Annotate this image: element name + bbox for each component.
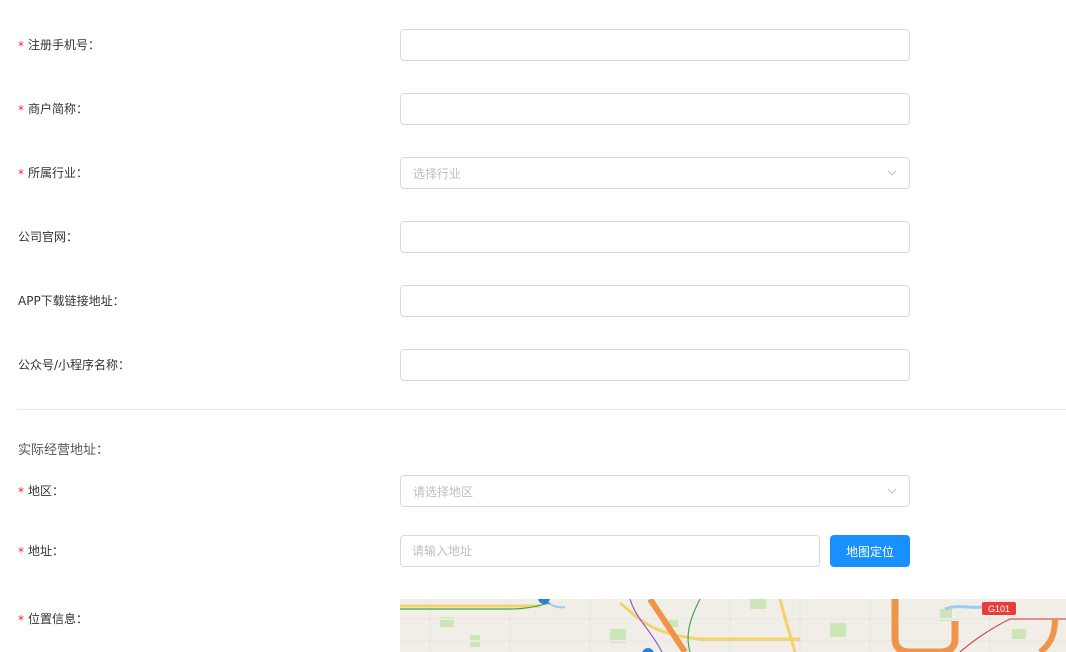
phone-input-wrapper bbox=[400, 29, 910, 61]
address-input[interactable] bbox=[401, 536, 819, 566]
chevron-down-icon bbox=[887, 170, 897, 176]
industry-select-placeholder: 选择行业 bbox=[413, 167, 462, 181]
required-mark: * bbox=[18, 39, 24, 53]
mini-program-input-wrapper bbox=[400, 349, 910, 381]
merchant-name-row: * 商户简称： bbox=[0, 93, 1066, 125]
region-label-text: 地区： bbox=[28, 484, 65, 498]
website-row: 公司官网： bbox=[0, 221, 1066, 253]
website-label: 公司官网： bbox=[18, 230, 79, 244]
merchant-name-label: * 商户简称： bbox=[18, 101, 88, 117]
region-select-placeholder: 请选择地区 bbox=[413, 485, 474, 499]
mini-program-row: 公众号/小程序名称： bbox=[0, 349, 1066, 381]
road-badge-g101: G101 bbox=[988, 604, 1010, 614]
required-mark: * bbox=[18, 545, 24, 559]
phone-label: * 注册手机号： bbox=[18, 37, 100, 53]
industry-label: * 所属行业： bbox=[18, 165, 88, 181]
phone-input[interactable] bbox=[401, 30, 909, 60]
app-link-label: APP下载链接地址： bbox=[18, 294, 125, 308]
industry-select[interactable]: 选择行业 bbox=[400, 157, 910, 189]
region-row: * 地区： 请选择地区 bbox=[0, 475, 1066, 507]
app-link-row: APP下载链接地址： bbox=[0, 285, 1066, 317]
region-select[interactable]: 请选择地区 bbox=[400, 475, 910, 507]
region-label: * 地区： bbox=[18, 483, 64, 499]
phone-label-text: 注册手机号： bbox=[28, 38, 101, 52]
required-mark: * bbox=[18, 613, 24, 627]
address-label-text: 地址： bbox=[28, 544, 65, 558]
chevron-down-icon bbox=[887, 488, 897, 494]
phone-row: * 注册手机号： bbox=[0, 29, 1066, 61]
required-mark: * bbox=[18, 103, 24, 117]
website-input[interactable] bbox=[401, 222, 909, 252]
app-link-input[interactable] bbox=[401, 286, 909, 316]
merchant-name-label-text: 商户简称： bbox=[28, 102, 89, 116]
location-label: * 位置信息： bbox=[18, 611, 88, 627]
merchant-name-input[interactable] bbox=[401, 94, 909, 124]
mini-program-label: 公众号/小程序名称： bbox=[18, 358, 131, 372]
industry-label-text: 所属行业： bbox=[28, 166, 89, 180]
section-divider bbox=[18, 409, 1066, 410]
address-input-wrapper bbox=[400, 535, 820, 567]
address-row: * 地址： 地图定位 bbox=[0, 535, 1066, 567]
location-label-text: 位置信息： bbox=[28, 612, 89, 626]
required-mark: * bbox=[18, 485, 24, 499]
map-locate-button[interactable]: 地图定位 bbox=[830, 535, 910, 567]
merchant-name-input-wrapper bbox=[400, 93, 910, 125]
mini-program-input[interactable] bbox=[401, 350, 909, 380]
app-link-input-wrapper bbox=[400, 285, 910, 317]
website-input-wrapper bbox=[400, 221, 910, 253]
address-section-title: 实际经营地址： bbox=[18, 443, 110, 458]
industry-row: * 所属行业： 选择行业 bbox=[0, 157, 1066, 189]
address-label: * 地址： bbox=[18, 543, 64, 559]
map-canvas: G101 bbox=[400, 599, 1066, 652]
required-mark: * bbox=[18, 167, 24, 181]
location-map[interactable]: G101 bbox=[400, 599, 1066, 652]
